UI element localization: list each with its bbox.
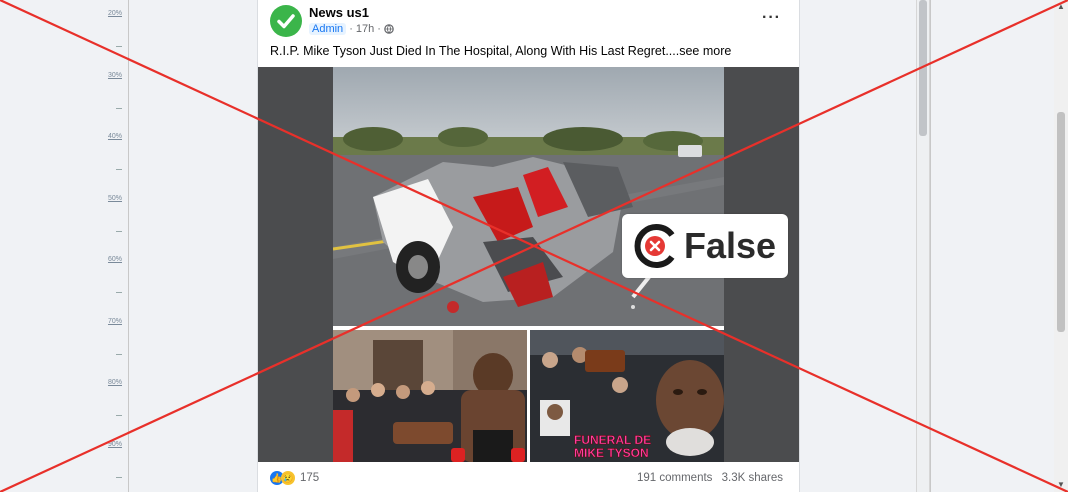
ruler-label-70: 70%: [107, 318, 122, 325]
feed-scrollbar-thumb[interactable]: [919, 0, 927, 136]
comments-count[interactable]: 191 comments: [637, 472, 712, 484]
post-text[interactable]: R.I.P. Mike Tyson Just Died In The Hospi…: [270, 44, 731, 58]
meta-separator: ·: [377, 23, 381, 35]
ruler-tick: [116, 46, 122, 47]
window-scrollbar-thumb[interactable]: [1057, 112, 1065, 332]
shares-count[interactable]: 3.3K shares: [722, 472, 783, 484]
ruler-tick: [116, 477, 122, 478]
funeral-photo-right: FUNERAL DE MIKE TYSON: [530, 330, 724, 462]
ruler-tick: [116, 169, 122, 170]
reactions-summary[interactable]: 👍 😢 175: [270, 471, 319, 485]
ruler-label-20: 20%: [107, 10, 122, 17]
post-time[interactable]: 17h: [356, 23, 374, 35]
ruler-label-40: 40%: [107, 133, 122, 140]
ruler-tick: [116, 354, 122, 355]
page-avatar[interactable]: [270, 5, 302, 37]
scroll-up-arrow-icon[interactable]: ▲: [1057, 2, 1065, 11]
right-gutter: [930, 0, 1068, 492]
fact-check-logo-icon: [634, 224, 675, 268]
checkmark-icon: [277, 14, 295, 29]
ellipsis-icon[interactable]: ···: [762, 9, 781, 27]
ruler-tick: [116, 231, 122, 232]
fact-check-badge: False: [622, 214, 788, 278]
funeral-caption-line2: MIKE TYSON: [574, 446, 649, 460]
zoom-ruler: 20% 30% 40% 50% 60% 70% 80% 90%: [0, 0, 129, 492]
ruler-label-60: 60%: [107, 256, 122, 263]
window-scrollbar[interactable]: ▲ ▼: [1054, 0, 1068, 492]
ruler-label-30: 30%: [107, 72, 122, 79]
scroll-down-arrow-icon[interactable]: ▼: [1057, 480, 1065, 489]
feed-scrollbar[interactable]: [916, 0, 930, 492]
post-author[interactable]: News us1: [309, 5, 369, 20]
sad-reaction-icon: 😢: [281, 471, 295, 485]
admin-badge: Admin: [309, 23, 347, 35]
crash-photo: [333, 67, 724, 326]
ruler-tick: [116, 415, 122, 416]
engagement-stats: 191 comments 3.3K shares: [637, 472, 783, 484]
globe-icon: [384, 24, 394, 34]
meta-separator: ·: [349, 23, 353, 35]
ruler-label-50: 50%: [107, 195, 122, 202]
ruler-label-80: 80%: [107, 379, 122, 386]
post-meta: Admin · 17h ·: [309, 23, 394, 35]
ruler-tick: [116, 292, 122, 293]
funeral-caption-line1: FUNERAL DE: [574, 433, 651, 447]
fact-check-verdict: False: [684, 225, 777, 266]
funeral-photo-left: [333, 330, 527, 462]
ruler-label-90: 90%: [107, 441, 122, 448]
ruler-tick: [116, 108, 122, 109]
reactions-count: 175: [300, 472, 320, 484]
